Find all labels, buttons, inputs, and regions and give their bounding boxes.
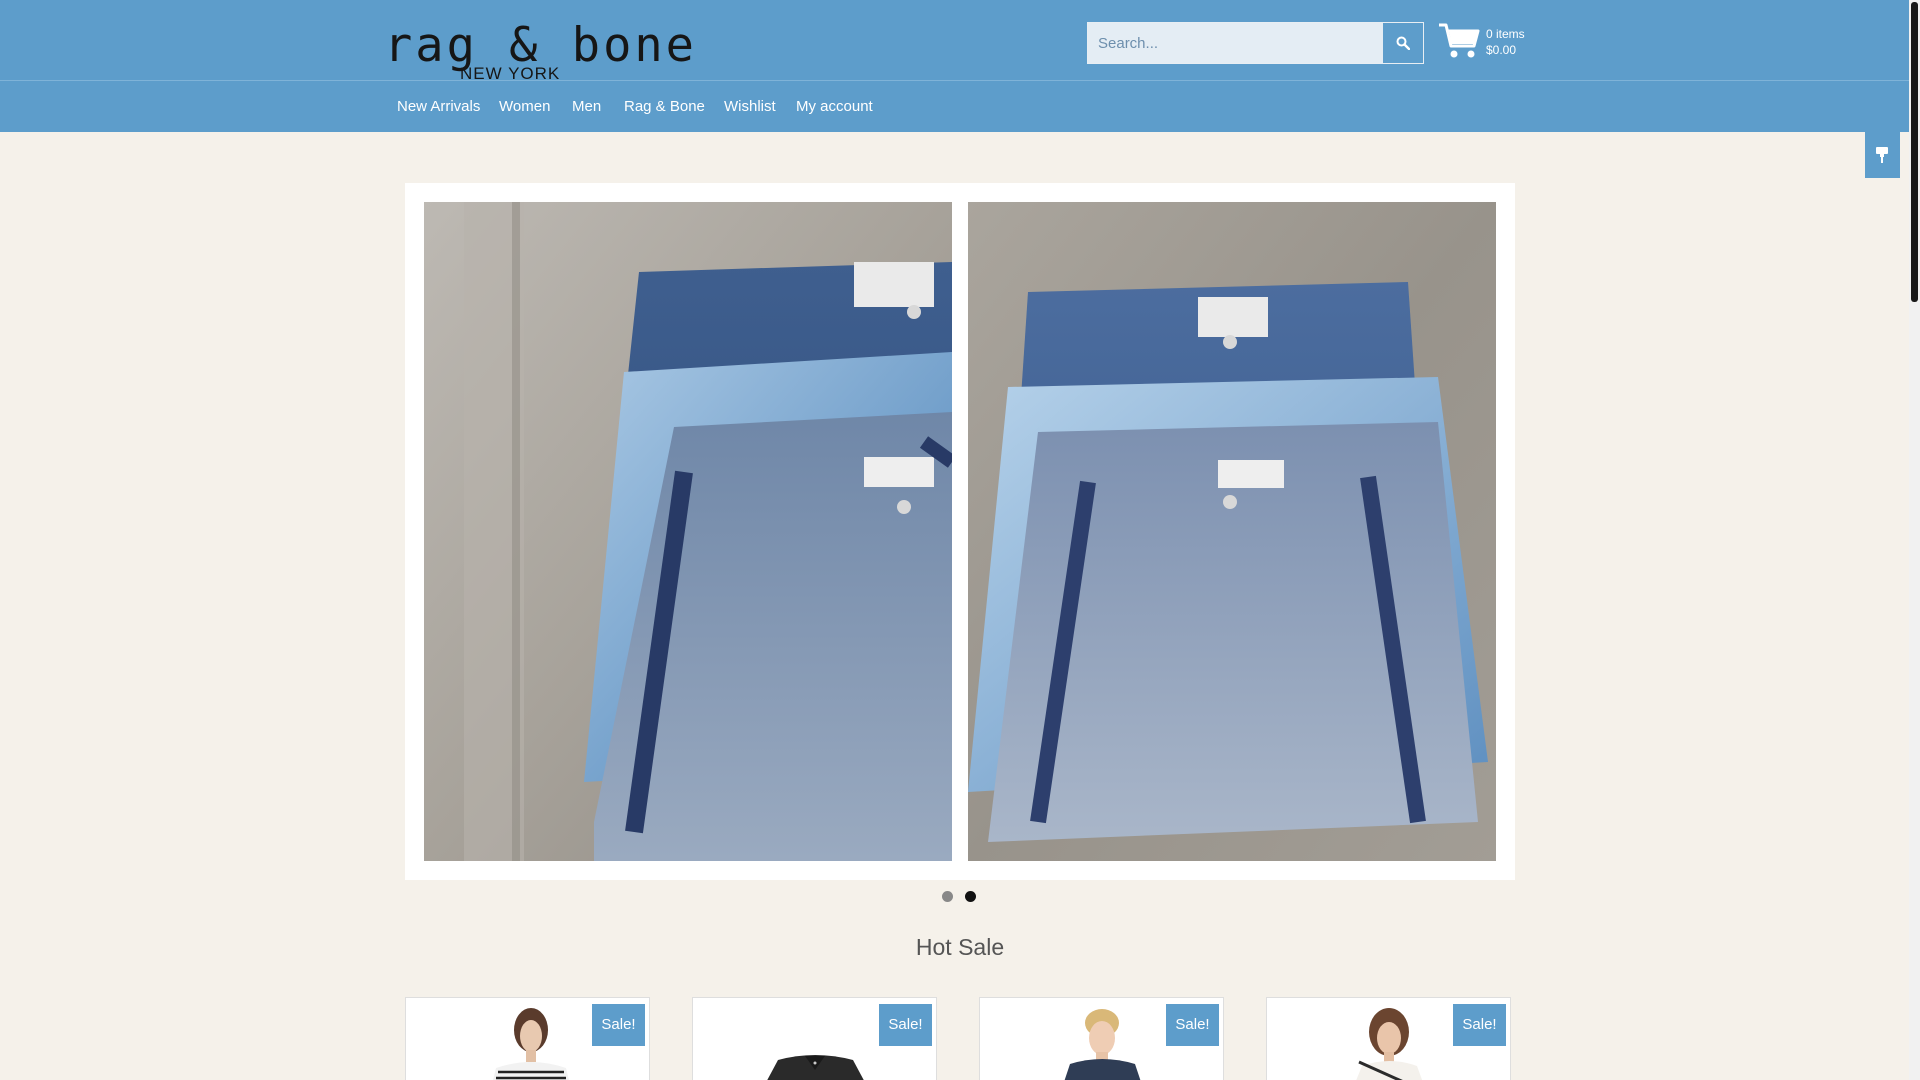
nav-rag-and-bone[interactable]: Rag & Bone (624, 81, 705, 132)
slider-dot-2[interactable] (965, 891, 976, 902)
nav-my-account[interactable]: My account (796, 81, 873, 132)
slide-image-denim-shorts-left[interactable] (424, 202, 952, 861)
brand-logo[interactable]: rag & bone NEW YORK (384, 18, 694, 83)
shopping-cart-icon (1439, 23, 1480, 58)
slider-pagination (942, 891, 976, 903)
nav-wishlist[interactable]: Wishlist (724, 81, 776, 132)
search-input[interactable] (1088, 23, 1384, 63)
search-icon (1396, 36, 1410, 50)
hero-slider (405, 183, 1515, 880)
product-card[interactable]: Sale! (979, 997, 1224, 1080)
sale-badge: Sale! (1453, 1004, 1506, 1046)
search-form (1087, 22, 1424, 64)
cart-widget[interactable]: 0 items $0.00 (1436, 20, 1536, 64)
product-card[interactable]: Sale! (692, 997, 937, 1080)
cart-item-count: 0 items (1486, 27, 1525, 41)
sale-badge: Sale! (1166, 1004, 1219, 1046)
slider-dot-1[interactable] (942, 891, 953, 902)
product-card[interactable]: Sale! (405, 997, 650, 1080)
style-switcher-tab[interactable] (1865, 132, 1900, 178)
cart-total: $0.00 (1486, 43, 1517, 57)
paint-brush-icon (1876, 147, 1888, 163)
nav-new-arrivals[interactable]: New Arrivals (397, 81, 480, 132)
sale-badge: Sale! (592, 1004, 645, 1046)
scrollbar-thumb[interactable] (1911, 2, 1918, 302)
hot-sale-title: Hot Sale (915, 934, 1005, 960)
page-scrollbar[interactable] (1909, 0, 1920, 1080)
search-button[interactable] (1383, 23, 1423, 63)
main-nav: New Arrivals Women Men Rag & Bone Wishli… (0, 80, 1909, 132)
slide-image-denim-shorts-right[interactable] (968, 202, 1496, 861)
product-card[interactable]: Sale! (1266, 997, 1511, 1080)
sale-badge: Sale! (879, 1004, 932, 1046)
nav-women[interactable]: Women (499, 81, 550, 132)
nav-men[interactable]: Men (572, 81, 601, 132)
site-header: rag & bone NEW YORK 0 items $0.00 (0, 0, 1909, 83)
